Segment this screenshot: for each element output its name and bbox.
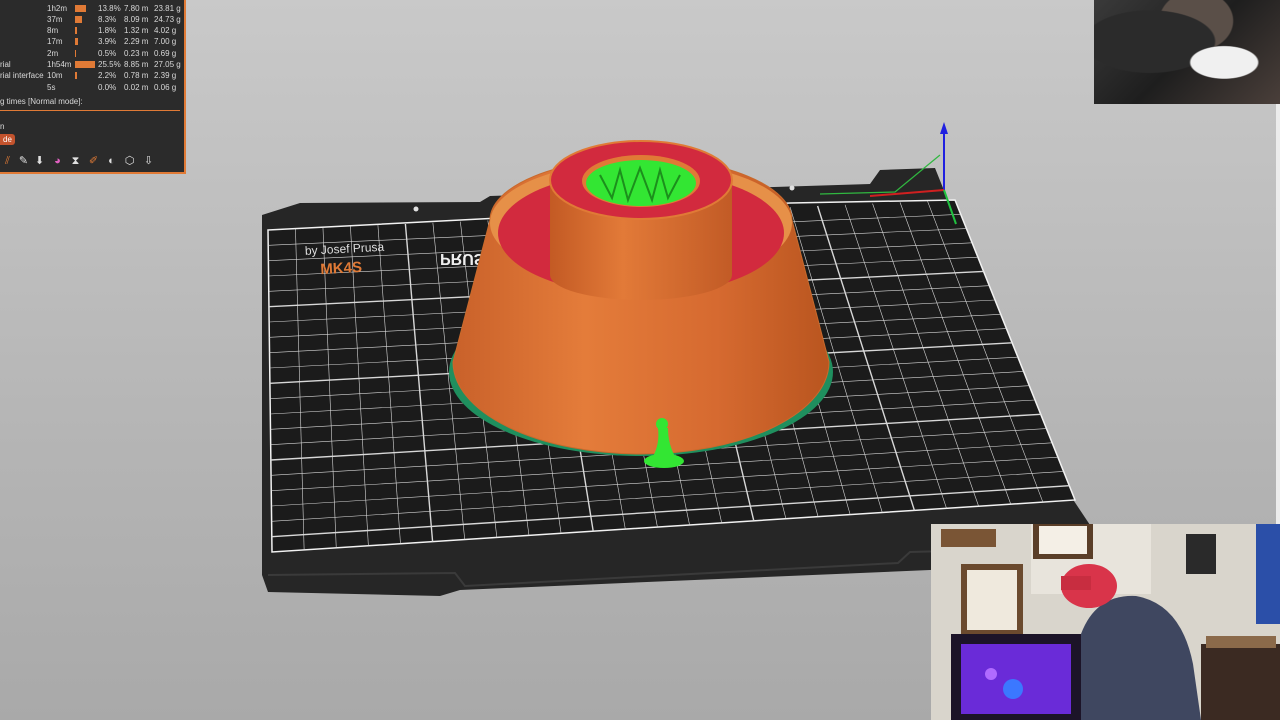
feature-weight: 0.06 g xyxy=(154,83,177,92)
legend-row: rial interface 10m 2.2% 0.78 m 2.39 g xyxy=(0,70,184,81)
feature-weight: 24.73 g xyxy=(154,15,181,24)
feature-time: 10m xyxy=(47,71,63,80)
export-icon[interactable]: ⇩ xyxy=(141,154,156,169)
legend-row: 37m 8.3% 8.09 m 24.73 g xyxy=(0,14,184,25)
feature-percent: 0.5% xyxy=(98,49,117,58)
feature-bar xyxy=(75,72,77,79)
feature-name: rial xyxy=(0,60,11,69)
feature-length: 0.02 m xyxy=(124,83,149,92)
feature-length: 8.85 m xyxy=(124,60,149,69)
cube-icon[interactable]: ⬡ xyxy=(122,154,137,169)
legend-panel: 1h2m 13.8% 7.80 m 23.81 g 37m 8.3% 8.09 … xyxy=(0,0,186,174)
bed-model-label: MK4S xyxy=(320,259,363,278)
feature-percent: 25.5% xyxy=(98,60,121,69)
feature-bar xyxy=(75,16,82,23)
feature-bar xyxy=(75,5,86,12)
feature-time: 1h54m xyxy=(47,60,72,69)
window-edge xyxy=(1276,104,1280,524)
legend-row: 17m 3.9% 2.29 m 7.00 g xyxy=(0,36,184,47)
feature-percent: 13.8% xyxy=(98,4,121,13)
pause-icon[interactable]: ⧗ xyxy=(68,154,83,169)
feature-name: rial interface xyxy=(0,71,44,80)
divider xyxy=(0,110,180,111)
legend-row: 8m 1.8% 1.32 m 4.02 g xyxy=(0,25,184,36)
feature-weight: 7.00 g xyxy=(154,37,177,46)
feature-percent: 3.9% xyxy=(98,37,117,46)
feature-percent: 2.2% xyxy=(98,71,117,80)
feature-bar xyxy=(75,61,95,68)
feature-weight: 27.05 g xyxy=(154,60,181,69)
retract-icon[interactable]: ⬇ xyxy=(32,154,47,169)
feature-time: 5s xyxy=(47,83,56,92)
feature-length: 1.32 m xyxy=(124,26,149,35)
feature-time: 1h2m xyxy=(47,4,68,13)
legend-row: 2m 0.5% 0.23 m 0.69 g xyxy=(0,48,184,59)
feature-bar xyxy=(75,27,77,34)
webcam-scene xyxy=(931,524,1280,720)
estimated-times-label: g times [Normal mode]: xyxy=(0,97,83,106)
legend-row: 5s 0.0% 0.02 m 0.06 g xyxy=(0,82,184,93)
layers-icon[interactable]: ⫽ xyxy=(0,154,15,169)
feature-length: 8.09 m xyxy=(124,15,149,24)
feature-length: 7.80 m xyxy=(124,4,149,13)
feature-bar xyxy=(75,38,78,45)
feature-weight: 0.69 g xyxy=(154,49,177,58)
feature-length: 0.23 m xyxy=(124,49,149,58)
feature-percent: 1.8% xyxy=(98,26,117,35)
seam-icon[interactable]: ✎ xyxy=(16,154,31,169)
tool-change-icon[interactable]: ✐ xyxy=(86,154,101,169)
feature-bar xyxy=(75,50,76,57)
color-print-icon[interactable]: ◕ xyxy=(50,154,65,169)
custom-gcode-icon[interactable]: ◐ xyxy=(104,154,119,169)
feature-percent: 0.0% xyxy=(98,83,117,92)
legend-row: 1h2m 13.8% 7.80 m 23.81 g xyxy=(0,3,184,14)
feature-weight: 23.81 g xyxy=(154,4,181,13)
view-type-label: n xyxy=(0,122,5,131)
webcam-overlay-bottom xyxy=(931,524,1280,720)
legend-row: rial 1h54m 25.5% 8.85 m 27.05 g xyxy=(0,59,184,70)
feature-percent: 8.3% xyxy=(98,15,117,24)
feature-time: 17m xyxy=(47,37,63,46)
feature-weight: 2.39 g xyxy=(154,71,177,80)
feature-length: 0.78 m xyxy=(124,71,149,80)
webcam-overlay-top xyxy=(1094,0,1280,104)
view-mode-button[interactable]: de xyxy=(0,134,15,145)
feature-time: 2m xyxy=(47,49,59,58)
feature-length: 2.29 m xyxy=(124,37,149,46)
feature-time: 37m xyxy=(47,15,63,24)
feature-time: 8m xyxy=(47,26,59,35)
support-material-inside xyxy=(586,160,696,206)
legend-toolbar: ⫽ ✎ ⬇ ◕ ⧗ ✐ ◐ ⬡ ⇩ xyxy=(0,153,184,171)
feature-weight: 4.02 g xyxy=(154,26,177,35)
